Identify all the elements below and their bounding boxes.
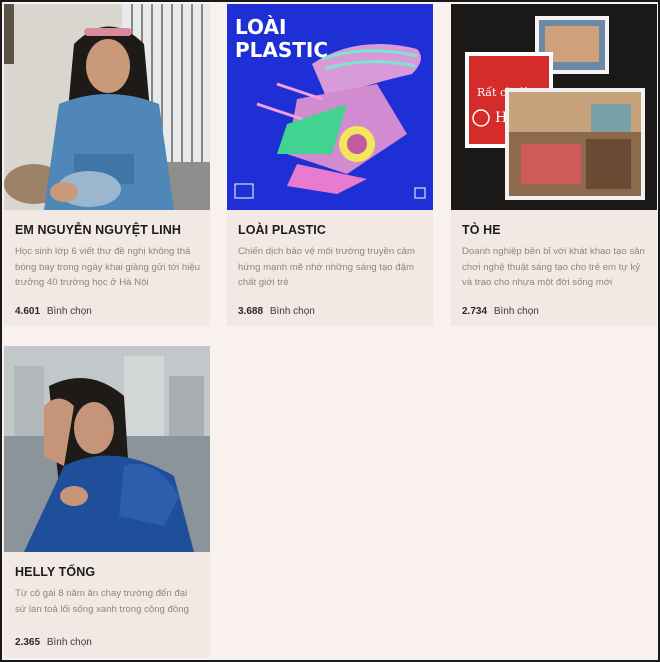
loai-plastic-poster[interactable]: LOÀI PLASTIC xyxy=(227,4,433,210)
svg-text:PLASTIC: PLASTIC xyxy=(235,38,328,62)
nominee-card-helly-tong[interactable]: HELLY TỐNG Từ cô gái 8 năm ăn chay trườn… xyxy=(4,346,210,658)
nominee-card-loai-plastic[interactable]: LOÀI PLASTIC LOÀI PLASTIC Chiến dịch bảo… xyxy=(227,4,433,326)
vote-count: 2.734 xyxy=(462,306,488,317)
vote-label: Bình chọn xyxy=(269,306,315,317)
vote-label: Bình chọn xyxy=(493,306,539,317)
card-title[interactable]: LOÀI PLASTIC xyxy=(238,223,326,237)
card-description: Doanh nghiệp bền bỉ với khát khao tạo sâ… xyxy=(462,246,645,288)
poster-text: LOÀI xyxy=(235,15,286,39)
vote-count: 4.601 xyxy=(15,306,41,317)
vote-count: 2.365 xyxy=(15,637,41,648)
vote-count: 3.688 xyxy=(238,306,264,317)
vote-label: Bình chọn xyxy=(46,306,92,317)
vote-count-row: 2.734 Bình chọn xyxy=(462,306,539,317)
card-description: Chiến dịch bảo vệ môi trường truyền cảm … xyxy=(238,246,415,288)
nominee-card-nguyen-nguyet-linh[interactable]: EM NGUYỄN NGUYỆT LINH Học sinh lớp 6 viế… xyxy=(4,4,210,326)
card-description: Học sinh lớp 6 viết thư đề nghị không th… xyxy=(15,246,200,288)
vote-count-row: 2.365 Bình chọn xyxy=(15,637,92,648)
card-title[interactable]: HELLY TỐNG xyxy=(15,565,95,579)
card-title[interactable]: EM NGUYỄN NGUYỆT LINH xyxy=(15,223,181,237)
nominee-card-to-he[interactable]: Rất chi là... Hí Hí TÒ HE Doanh nghiệp b… xyxy=(451,4,657,326)
vote-count-row: 3.688 Bình chọn xyxy=(238,306,315,317)
to-he-collage[interactable]: Rất chi là... Hí Hí xyxy=(451,4,657,210)
nominee-photo[interactable] xyxy=(4,346,210,552)
card-description: Từ cô gái 8 năm ăn chay trường đến đại s… xyxy=(15,588,189,615)
vote-count-row: 4.601 Bình chọn xyxy=(15,306,92,317)
vote-label: Bình chọn xyxy=(46,637,92,648)
card-title[interactable]: TÒ HE xyxy=(462,223,501,237)
nominee-photo[interactable] xyxy=(4,4,210,210)
